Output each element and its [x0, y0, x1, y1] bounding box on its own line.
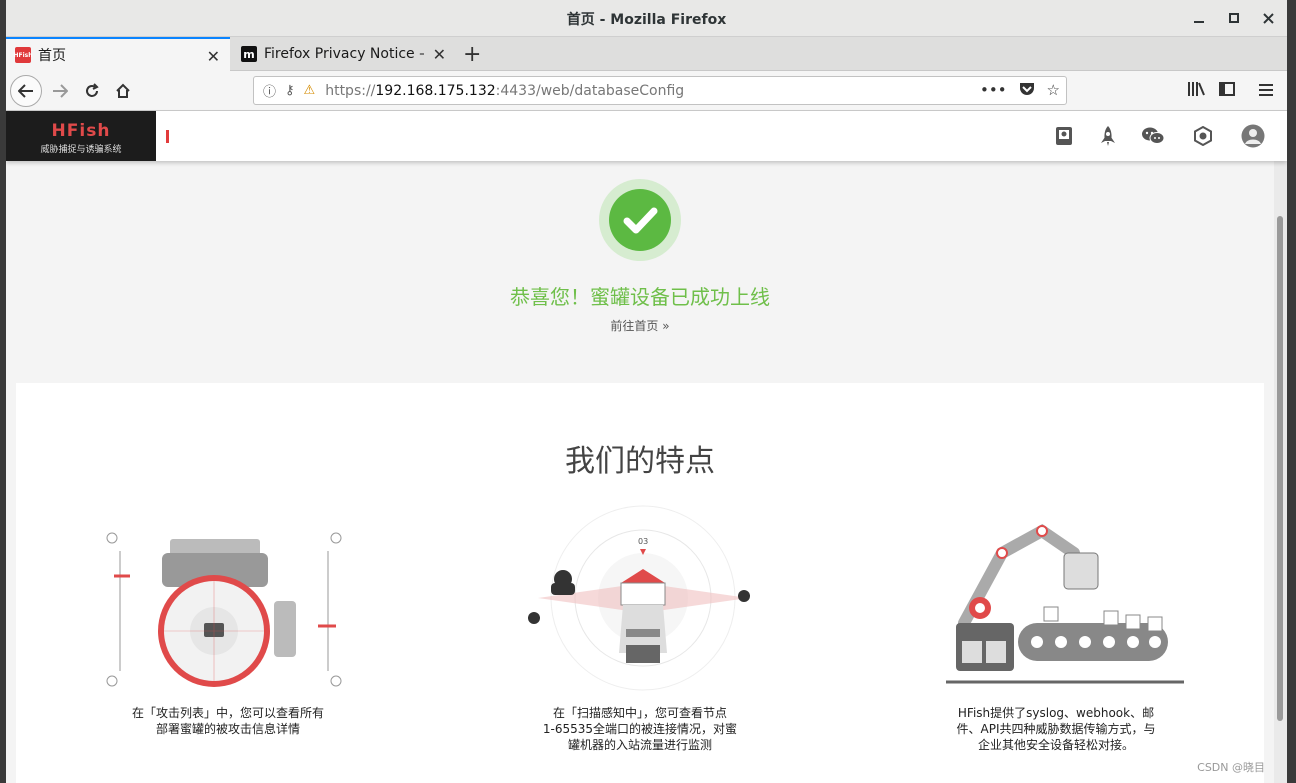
window-titlebar: 首页 - Mozilla Firefox	[6, 0, 1287, 37]
feature-text-data-transfer: HFish提供了syslog、webhook、邮 件、API共四种威胁数据传输方…	[956, 706, 1156, 752]
sidebar-icon[interactable]	[1219, 81, 1235, 100]
new-tab-icon[interactable]: +	[463, 42, 481, 67]
hfish-logo[interactable]: HFish 威胁捕捉与诱骗系统	[6, 111, 156, 161]
logo-sub-text: 威胁捕捉与诱骗系统	[40, 145, 122, 155]
watermark: CSDN @晓目	[1197, 761, 1265, 774]
tab-strip: HFish 首页 ✕ m Firefox Privacy Notice — ✕ …	[6, 37, 1287, 71]
robot-conveyor-illustration	[946, 523, 1184, 684]
radar-tower-illustration: 03	[528, 505, 750, 691]
notebook-icon[interactable]	[1052, 124, 1076, 148]
user-avatar-icon[interactable]	[1241, 124, 1265, 148]
insecure-lock-icon[interactable]: ⚠	[304, 83, 316, 98]
menu-indicator	[166, 130, 169, 143]
menu-icon[interactable]	[1259, 81, 1273, 100]
tab-label: 首页	[38, 48, 66, 64]
tab-privacy-notice[interactable]: m Firefox Privacy Notice — ✕	[232, 37, 456, 71]
minimize-icon[interactable]	[1189, 8, 1209, 28]
tab-close-icon[interactable]: ✕	[207, 47, 220, 66]
wechat-icon[interactable]	[1141, 124, 1165, 148]
hexagon-icon[interactable]	[1191, 124, 1215, 148]
url-bar[interactable]: ⓘ ⚷ ⚠ https://192.168.175.132:4433/web/d…	[253, 76, 1067, 105]
pocket-icon[interactable]	[1019, 81, 1035, 100]
hfish-favicon-icon: HFish	[13, 47, 33, 63]
mozilla-favicon-icon: m	[241, 46, 257, 62]
checkmark-icon	[609, 189, 671, 251]
page-content: 恭喜您！蜜罐设备已成功上线 前往首页 » 我们的特点 03 在「攻击列表」中，您…	[6, 161, 1274, 783]
success-message: 恭喜您！蜜罐设备已成功上线	[510, 285, 770, 309]
stopwatch-illustration	[106, 532, 342, 687]
bookmark-star-icon[interactable]: ☆	[1047, 81, 1060, 100]
back-button[interactable]	[10, 75, 42, 107]
firefox-window: 首页 - Mozilla Firefox HFish 首页 ✕ m Firefo…	[6, 0, 1287, 783]
maximize-icon[interactable]	[1224, 8, 1244, 28]
close-icon[interactable]	[1258, 8, 1278, 28]
svg-text:03: 03	[638, 537, 648, 546]
info-icon[interactable]: ⓘ	[263, 81, 276, 100]
home-button[interactable]	[109, 77, 137, 105]
tab-home[interactable]: HFish 首页 ✕	[6, 37, 230, 71]
window-title: 首页 - Mozilla Firefox	[566, 12, 727, 28]
scrollbar-thumb[interactable]	[1277, 216, 1283, 721]
app-header: HFish 威胁捕捉与诱骗系统	[6, 111, 1287, 161]
goto-home-link[interactable]: 前往首页 »	[6, 317, 1274, 334]
page-scrollbar[interactable]	[1274, 161, 1287, 783]
tab-label: Firefox Privacy Notice —	[264, 46, 424, 62]
reload-button[interactable]	[78, 77, 106, 105]
library-icon[interactable]	[1187, 81, 1205, 101]
features-section: 我们的特点 03 在「攻击列表」中，您可以查看所有 部署蜜罐的被攻击信息详情 在…	[16, 383, 1264, 783]
rocket-icon[interactable]	[1096, 124, 1120, 148]
features-title: 我们的特点	[565, 444, 715, 479]
logo-main-text: HFish	[51, 121, 111, 141]
forward-button[interactable]	[46, 77, 74, 105]
navigation-bar: ⓘ ⚷ ⚠ https://192.168.175.132:4433/web/d…	[6, 71, 1287, 111]
feature-text-scan-detection: 在「扫描感知中」，您可查看节点 1-65535全端口的被连接情况，对蜜 罐机器的…	[542, 706, 738, 752]
more-icon[interactable]: •••	[980, 81, 1007, 100]
tab-close-icon[interactable]: ✕	[433, 45, 446, 64]
double-chevron-right-icon: »	[662, 319, 670, 333]
url-text[interactable]: https://192.168.175.132:4433/web/databas…	[325, 83, 684, 99]
feature-text-attack-list: 在「攻击列表」中，您可以查看所有 部署蜜罐的被攻击信息详情	[131, 706, 324, 736]
key-icon: ⚷	[285, 83, 295, 98]
